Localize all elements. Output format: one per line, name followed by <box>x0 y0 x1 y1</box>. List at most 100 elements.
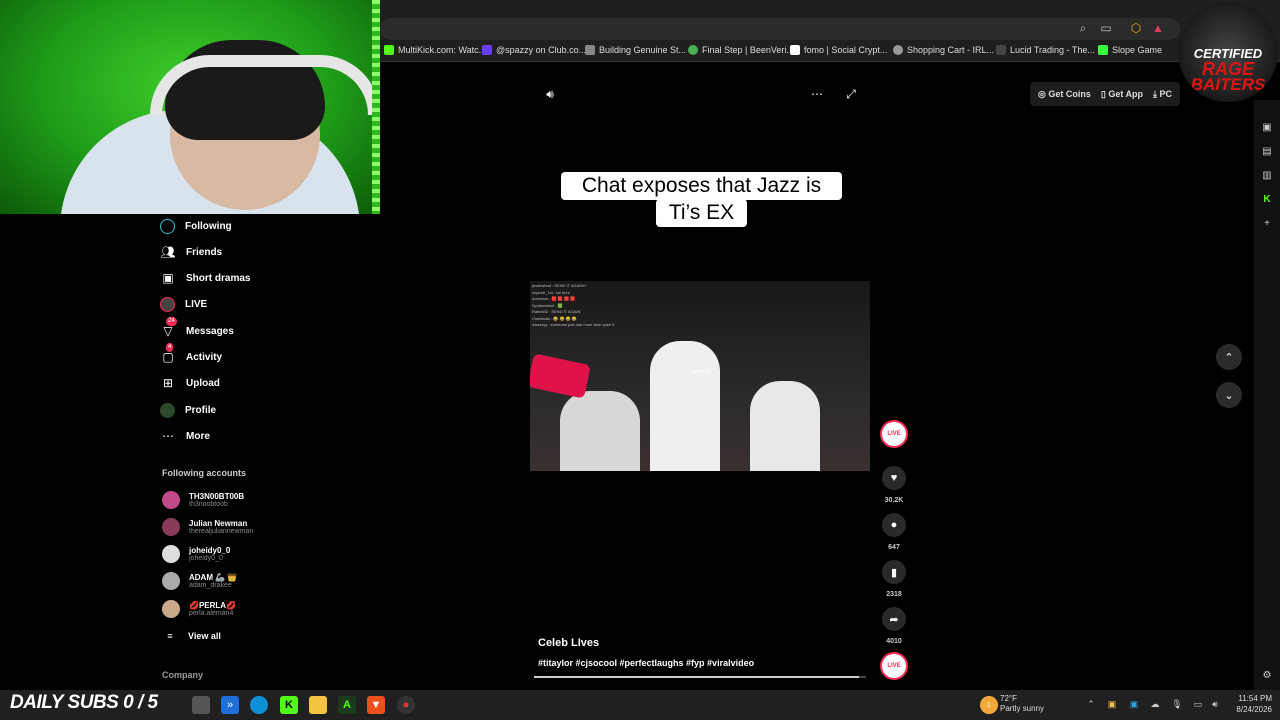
following-account[interactable]: Julian Newman therealjuliannewman <box>162 514 253 540</box>
short-dramas-icon: ▣ <box>162 271 174 285</box>
bookmark-item[interactable]: Final Step | BeenVeri... <box>688 45 794 55</box>
pc-app-link[interactable]: ⤓ PC <box>1153 89 1172 100</box>
bookmark-item[interactable]: Slope Game <box>1098 45 1162 55</box>
tray-app-icon[interactable]: ▣ <box>1106 698 1118 710</box>
weather-widget[interactable]: 72°F Partly sunny <box>1000 694 1044 714</box>
browser-sidebar <box>1254 100 1280 690</box>
folder-icon[interactable] <box>309 696 327 714</box>
bookmark-item[interactable]: Lucid Trading - The... <box>996 45 1095 55</box>
bookmark-item[interactable]: Building Genuine St... <box>585 45 686 55</box>
zoom-icon[interactable]: ⌕ <box>1075 20 1091 36</box>
screen: ⌕ ▭ ⬡ ▲ MultiKick.com: Watc... @spazzy o… <box>0 0 1280 720</box>
file-explorer-icon[interactable] <box>192 696 210 714</box>
following-account[interactable]: joheidy0_0 joheidy0_0 <box>162 541 230 567</box>
display-icon[interactable]: ▭ <box>1192 698 1204 710</box>
brave-shield-icon[interactable]: ⬡ <box>1128 20 1144 36</box>
account-username: adam_drakee <box>189 582 232 589</box>
tabs-icon[interactable]: ▣ <box>1260 120 1274 134</box>
stream-chat-overlay: jessewhud : SEND IT AGAIN!!! mysore_1st … <box>532 283 614 329</box>
fullscreen-icon[interactable]: ⤢ <box>843 86 859 102</box>
chevron-up-icon: ⌃ <box>1224 351 1234 364</box>
bookmark-favicon-icon <box>688 45 698 55</box>
add-icon[interactable]: + <box>1260 216 1274 230</box>
creator-live-avatar[interactable]: LIVE <box>880 652 908 680</box>
like-button[interactable]: ♥ <box>882 466 906 490</box>
video-author[interactable]: Celeb LIves <box>538 637 599 649</box>
sidebar-item-activity[interactable]: ▢ 4 Activity <box>160 343 222 367</box>
sidebar-item-following[interactable]: Following <box>160 216 232 236</box>
sidebar-item-short-dramas[interactable]: ▣ Short dramas <box>160 268 250 288</box>
bookmark-favicon-icon <box>790 45 800 55</box>
onedrive-icon[interactable]: ☁ <box>1149 698 1161 710</box>
bookmark-label: Shopping Cart - IRL... <box>907 45 995 55</box>
tip-notification: zipped $2 <box>690 369 712 375</box>
sidebar-item-more[interactable]: ⋯ More <box>160 426 210 446</box>
account-name: TH3N00BT00B <box>189 492 245 501</box>
more-options-icon[interactable]: ⋯ <box>809 86 825 102</box>
reading-list-icon[interactable]: ▤ <box>1260 144 1274 158</box>
sidebar-item-upload[interactable]: ⊞ Upload <box>160 373 220 393</box>
share-button[interactable]: ➦ <box>882 607 906 631</box>
brave-rewards-icon[interactable]: ▲ <box>1150 20 1166 36</box>
microphone-icon[interactable]: 🎙︎ <box>1171 698 1183 710</box>
obs-icon[interactable]: ● <box>397 696 415 714</box>
following-account[interactable]: 💋PERLA💋 perla.aleman4 <box>162 596 236 622</box>
following-account[interactable]: TH3N00BT00B th3noobtoob <box>162 487 244 513</box>
system-clock[interactable]: 11:54 PM 8/24/2026 <box>1226 693 1272 715</box>
trading-app-icon[interactable]: A <box>338 696 356 714</box>
creator-live-avatar[interactable]: LIVE <box>880 420 908 448</box>
sidebar-item-messages[interactable]: ▽ 24 Messages <box>160 317 234 341</box>
sidebar-item-friends[interactable]: 👥︎ Friends <box>160 242 222 262</box>
bookmark-item[interactable]: Shopping Cart - IRL... <box>893 45 994 55</box>
view-all-link[interactable]: ≡ View all <box>162 626 221 646</box>
notes-icon[interactable]: ▥ <box>1260 168 1274 182</box>
bookmark-label: Lucid Trading - The... <box>1010 45 1095 55</box>
app-icon[interactable]: » <box>221 696 239 714</box>
get-app-link[interactable]: ▯ Get App <box>1101 89 1143 100</box>
kick-app-icon[interactable]: K <box>280 696 298 714</box>
chevron-up-icon[interactable]: ⌃ <box>1085 698 1097 710</box>
following-account[interactable]: ADAM 🦾 👑 adam_drakee <box>162 568 237 594</box>
address-bar[interactable] <box>380 18 1180 40</box>
messages-icon: ▽ 24 <box>163 317 177 338</box>
upload-icon: ⊞ <box>162 376 174 390</box>
bookmark-item[interactable]: MultiKick.com: Watc... <box>384 45 486 55</box>
bookmark-icon: ▮ <box>890 566 898 579</box>
like-count: 30.2K <box>884 497 904 504</box>
next-video-button[interactable]: ⌄ <box>1216 382 1242 408</box>
kick-icon[interactable]: K <box>1260 192 1274 206</box>
sidebar-item-profile[interactable]: Profile <box>160 400 216 420</box>
volume-icon[interactable]: 🔊︎ <box>542 86 558 102</box>
previous-video-button[interactable]: ⌃ <box>1216 344 1242 370</box>
save-button[interactable]: ▮ <box>882 560 906 584</box>
bookmark-label: fomo | Social Crypt... <box>804 45 888 55</box>
view-all-label: View all <box>188 631 221 641</box>
bookmark-item[interactable]: fomo | Social Crypt... <box>790 45 887 55</box>
account-username: joheidy0_0 <box>189 555 223 562</box>
settings-gear-icon[interactable]: ⚙ <box>1260 668 1274 682</box>
bookmark-label: @spazzy on Club.co... <box>496 45 587 55</box>
volume-icon[interactable]: 🔊︎ <box>1209 698 1221 710</box>
sidebar-item-label: Short dramas <box>186 272 251 284</box>
sidebar-item-label: Friends <box>186 246 223 258</box>
avatar <box>162 491 180 509</box>
get-coins-link[interactable]: ◎ Get Coins <box>1038 89 1091 100</box>
tray-app-icon[interactable]: ▣ <box>1128 698 1140 710</box>
comment-button[interactable]: ● <box>882 513 906 537</box>
video-player[interactable]: jessewhud : SEND IT AGAIN!!! mysore_1st … <box>530 281 870 471</box>
weather-icon[interactable]: 1 <box>980 696 998 714</box>
company-link[interactable]: Company <box>162 670 203 680</box>
brave-browser-icon[interactable]: ▼ <box>367 696 385 714</box>
bookmark-label: Final Step | BeenVeri... <box>702 45 794 55</box>
cast-icon[interactable]: ▭ <box>1098 20 1114 36</box>
following-icon <box>160 218 175 234</box>
bookmark-item[interactable]: @spazzy on Club.co... <box>482 45 586 55</box>
video-description[interactable]: #titaylor #cjsocool #perfectlaughs #fyp … <box>538 658 754 668</box>
sidebar-item-label: Profile <box>185 404 217 416</box>
video-caption-line2: Ti’s EX <box>656 199 747 227</box>
sidebar-item-live[interactable]: LIVE <box>160 294 207 314</box>
tiktok-header-actions: ◎ Get Coins ▯ Get App ⤓ PC <box>1030 82 1180 106</box>
edge-icon[interactable] <box>250 696 268 714</box>
video-progress-fill <box>534 676 860 678</box>
video-progress-bar[interactable] <box>534 676 866 678</box>
